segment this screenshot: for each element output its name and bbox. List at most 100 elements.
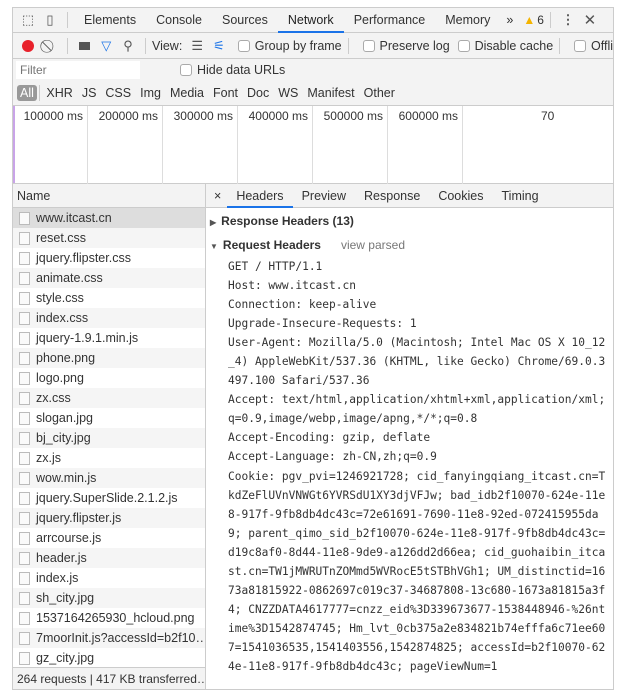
preserve-log-checkbox[interactable] [362, 39, 375, 52]
offline-checkbox[interactable] [574, 39, 587, 52]
request-row[interactable]: jquery.flipster.js [13, 508, 205, 528]
inspect-element-icon[interactable]: ⬚ [17, 10, 39, 30]
waterfall-view-icon[interactable]: ⚟ [208, 36, 230, 56]
record-icon[interactable] [17, 36, 39, 56]
header-line: d19c8af0-8d44-11e8-9de9-a126dd2d66ea; ci… [228, 545, 606, 559]
type-ws[interactable]: WS [274, 86, 303, 100]
type-doc[interactable]: Doc [243, 86, 274, 100]
name-column-header[interactable]: Name [13, 184, 205, 208]
tab-performance[interactable]: Performance [344, 8, 436, 33]
type-media[interactable]: Media [165, 86, 208, 100]
disable-cache-checkbox[interactable] [457, 39, 470, 52]
tab-headers[interactable]: Headers [227, 184, 293, 208]
request-row[interactable]: jquery.SuperSlide.2.1.2.js [13, 488, 205, 508]
tab-cookies[interactable]: Cookies [429, 184, 492, 208]
request-row[interactable]: jquery-1.9.1.min.js [13, 328, 205, 348]
timeline-overview[interactable]: 100000 ms 200000 ms 300000 ms 400000 ms … [13, 106, 613, 184]
clear-icon[interactable]: ⃠ [39, 36, 61, 56]
request-row[interactable]: www.itcast.cn [13, 208, 205, 228]
request-headers-section[interactable]: ▼ Request Headers view parsed [210, 233, 613, 257]
request-row[interactable]: bj_city.jpg [13, 428, 205, 448]
file-icon [19, 611, 30, 625]
search-icon[interactable]: ⚲ [117, 36, 139, 56]
tab-preview[interactable]: Preview [293, 184, 355, 208]
request-row[interactable]: reset.css [13, 228, 205, 248]
timeline-tick: 100000 ms [23, 109, 83, 123]
filter-icon[interactable]: ▽ [95, 36, 117, 56]
type-all[interactable]: All [17, 85, 37, 101]
request-row[interactable]: sh_city.jpg [13, 588, 205, 608]
request-row[interactable]: style.css [13, 288, 205, 308]
detail-tab-bar: × Headers Preview Response Cookies Timin… [206, 184, 613, 208]
type-js[interactable]: JS [77, 86, 101, 100]
response-headers-section[interactable]: ▶ Response Headers (13) [210, 209, 613, 233]
tab-network[interactable]: Network [277, 8, 344, 33]
header-line: st.cn=TW1jMWRUTnZOMmd5WVRocE5tSTBhVGh1; … [228, 564, 606, 578]
request-row[interactable]: jquery.flipster.css [13, 248, 205, 268]
request-row[interactable]: slogan.jpg [13, 408, 205, 428]
request-name: zx.js [36, 451, 61, 465]
tab-console[interactable]: Console [146, 8, 212, 33]
screenshot-camera-icon[interactable] [74, 36, 96, 56]
divider [66, 37, 68, 54]
kebab-menu-icon[interactable]: ⋮ [557, 10, 579, 30]
header-line: User-Agent: Mozilla/5.0 (Macintosh; Inte… [228, 336, 606, 350]
request-row[interactable]: logo.png [13, 368, 205, 388]
request-row[interactable]: index.css [13, 308, 205, 328]
request-row[interactable]: zx.js [13, 448, 205, 468]
list-view-icon[interactable]: ☰ [186, 36, 208, 56]
warning-count[interactable]: 6 [537, 13, 544, 27]
request-row[interactable]: phone.png [13, 348, 205, 368]
request-row[interactable]: animate.css [13, 268, 205, 288]
request-name: bj_city.jpg [36, 431, 91, 445]
request-headers-source: GET / HTTP/1.1 Host: www.itcast.cn Connect… [228, 257, 613, 676]
close-icon[interactable]: ✕ [579, 10, 601, 30]
request-row[interactable]: index.js [13, 568, 205, 588]
more-tabs-button[interactable]: » [500, 8, 519, 33]
request-name: reset.css [36, 231, 87, 245]
close-detail-button[interactable]: × [206, 184, 227, 208]
tab-memory[interactable]: Memory [435, 8, 500, 33]
type-other[interactable]: Other [359, 86, 399, 100]
type-manifest[interactable]: Manifest [303, 86, 359, 100]
request-row[interactable]: gz_city.jpg [13, 648, 205, 668]
request-name: logo.png [36, 371, 84, 385]
file-icon [19, 431, 30, 445]
request-name: jquery-1.9.1.min.js [36, 331, 139, 345]
tab-sources[interactable]: Sources [212, 8, 278, 33]
request-name: jquery.flipster.css [36, 251, 131, 265]
request-row[interactable]: 1537164265930_hcloud.png [13, 608, 205, 628]
tab-timing[interactable]: Timing [493, 184, 548, 208]
file-icon [19, 631, 30, 645]
warning-icon[interactable]: ▲ [523, 13, 535, 27]
request-name: animate.css [36, 271, 103, 285]
header-line: 7=1541036535,1541403556,1542874825; acce… [228, 640, 606, 654]
device-toolbar-icon[interactable]: ▯ [39, 10, 61, 30]
header-line: 4; CNZZDATA4617777=cnzz_eid%3D339673677-… [228, 602, 606, 616]
header-line: Connection: keep-alive [228, 298, 377, 312]
header-line: Accept: text/html,application/xhtml+xml,… [228, 393, 606, 407]
file-icon [19, 291, 30, 305]
type-font[interactable]: Font [209, 86, 243, 100]
request-row[interactable]: arrcourse.js [13, 528, 205, 548]
type-img[interactable]: Img [136, 86, 166, 100]
tab-response[interactable]: Response [355, 184, 429, 208]
request-name: 1537164265930_hcloud.png [36, 611, 195, 625]
file-icon [19, 371, 30, 385]
type-xhr[interactable]: XHR [42, 86, 77, 100]
timeline-tick: 600000 ms [387, 106, 462, 184]
hide-data-urls-checkbox[interactable] [180, 64, 192, 76]
header-line: 8-917f-9fb8db4dc43c=72e61691-7690-11e8-9… [228, 507, 599, 521]
view-parsed-link[interactable]: view parsed [341, 238, 405, 252]
tab-elements[interactable]: Elements [74, 8, 146, 33]
request-row[interactable]: header.js [13, 548, 205, 568]
request-name: phone.png [36, 351, 96, 365]
request-row[interactable]: wow.min.js [13, 468, 205, 488]
header-line: Upgrade-Insecure-Requests: 1 [228, 317, 417, 331]
file-icon [19, 231, 30, 245]
type-css[interactable]: CSS [101, 86, 136, 100]
request-row[interactable]: zx.css [13, 388, 205, 408]
request-row[interactable]: 7moorInit.js?accessId=b2f10… [13, 628, 205, 648]
group-by-frame-checkbox[interactable] [237, 39, 250, 52]
filter-input[interactable] [16, 61, 140, 79]
